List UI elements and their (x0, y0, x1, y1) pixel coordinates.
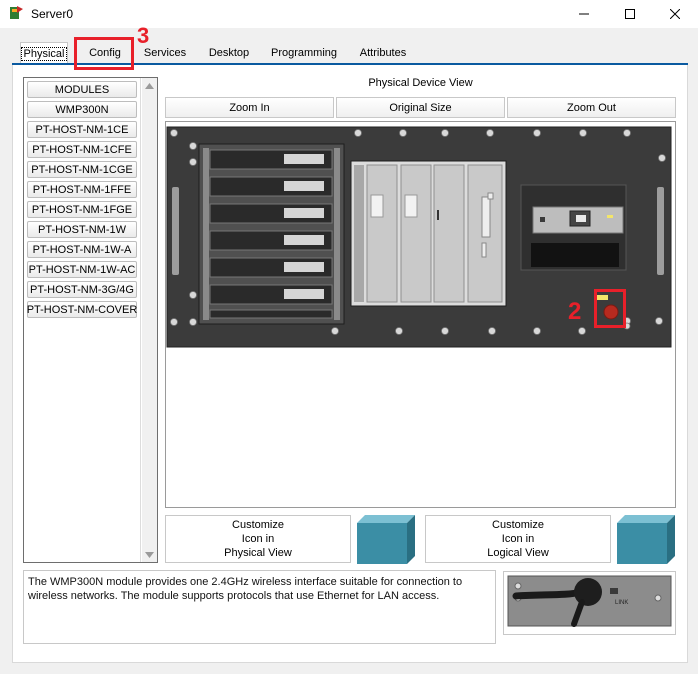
tab-programming-label: Programming (270, 47, 338, 59)
power-switch-highlight (594, 289, 626, 328)
module-item-1ce[interactable]: PT-HOST-NM-1CE (27, 121, 137, 138)
physical-view-server-icon (357, 515, 415, 564)
maximize-icon (625, 9, 635, 19)
tab-physical[interactable]: Physical (20, 42, 68, 64)
annotation-number-2: 2 (568, 298, 582, 325)
module-item-1w-ac[interactable]: PT-HOST-NM-1W-AC (27, 261, 137, 278)
left-handle (172, 187, 179, 275)
minimize-button[interactable] (561, 0, 607, 28)
modules-scrollbar[interactable] (142, 78, 157, 562)
annotation-number-3: 3 (137, 23, 150, 48)
logical-view-server-icon (617, 515, 675, 564)
maximize-button[interactable] (607, 0, 653, 28)
link-label: LINK (615, 600, 628, 606)
module-item-wmp300n[interactable]: WMP300N (27, 101, 137, 118)
original-size-button[interactable]: Original Size (336, 97, 505, 118)
tab-desktop-label: Desktop (208, 47, 250, 59)
config-tab-highlight (74, 37, 134, 70)
customize-physical-line2: Icon in (241, 533, 275, 545)
module-picture: LINK (503, 571, 676, 635)
wmp300n-image: LINK (507, 575, 672, 627)
customize-physical-line1: Customize (232, 519, 284, 531)
right-handle (657, 187, 664, 275)
status-led (607, 215, 613, 218)
tab-programming[interactable]: Programming (268, 42, 340, 64)
module-item-3g4g[interactable]: PT-HOST-NM-3G/4G (27, 281, 137, 298)
customize-logical-line2: Icon in (501, 533, 535, 545)
scroll-down-icon[interactable] (145, 550, 154, 559)
antenna-connector (574, 578, 602, 606)
close-button[interactable] (652, 0, 698, 28)
module-item-1cge[interactable]: PT-HOST-NM-1CGE (27, 161, 137, 178)
customize-logical-line1: Customize (492, 519, 544, 531)
customize-logical-line3: Logical View (487, 547, 549, 559)
module-item-1w[interactable]: PT-HOST-NM-1W (27, 221, 137, 238)
tab-services-label: Services (143, 47, 187, 59)
app-icon (10, 6, 23, 19)
window-title: Server0 (31, 7, 74, 21)
tab-physical-label: Physical (20, 46, 68, 61)
physical-device-view-title: Physical Device View (368, 77, 473, 89)
module-item-cover[interactable]: PT-HOST-NM-COVER (27, 301, 137, 318)
customize-physical-line3: Physical View (224, 547, 292, 559)
customize-logical-icon-button[interactable]: Customize Icon in Logical View (425, 515, 611, 563)
tab-desktop[interactable]: Desktop (202, 42, 256, 64)
module-item-1w-a[interactable]: PT-HOST-NM-1W-A (27, 241, 137, 258)
antenna-cable (512, 588, 586, 600)
scroll-up-icon[interactable] (145, 82, 154, 91)
module-item-1fge[interactable]: PT-HOST-NM-1FGE (27, 201, 137, 218)
tab-attributes[interactable]: Attributes (353, 42, 413, 64)
minimize-icon (579, 13, 589, 15)
module-header[interactable]: MODULES (27, 81, 137, 98)
customize-physical-icon-button[interactable]: Customize Icon in Physical View (165, 515, 351, 563)
module-description: The WMP300N module provides one 2.4GHz w… (23, 570, 496, 644)
module-item-1cfe[interactable]: PT-HOST-NM-1CFE (27, 141, 137, 158)
title-bar: Server0 (0, 0, 698, 28)
zoom-out-button[interactable]: Zoom Out (507, 97, 676, 118)
tab-attributes-label: Attributes (359, 47, 407, 59)
modules-panel: MODULES WMP300N PT-HOST-NM-1CE PT-HOST-N… (23, 77, 158, 563)
zoom-in-button[interactable]: Zoom In (165, 97, 334, 118)
modules-list: MODULES WMP300N PT-HOST-NM-1CE PT-HOST-N… (24, 78, 141, 562)
close-icon (670, 9, 680, 19)
module-item-1ffe[interactable]: PT-HOST-NM-1FFE (27, 181, 137, 198)
